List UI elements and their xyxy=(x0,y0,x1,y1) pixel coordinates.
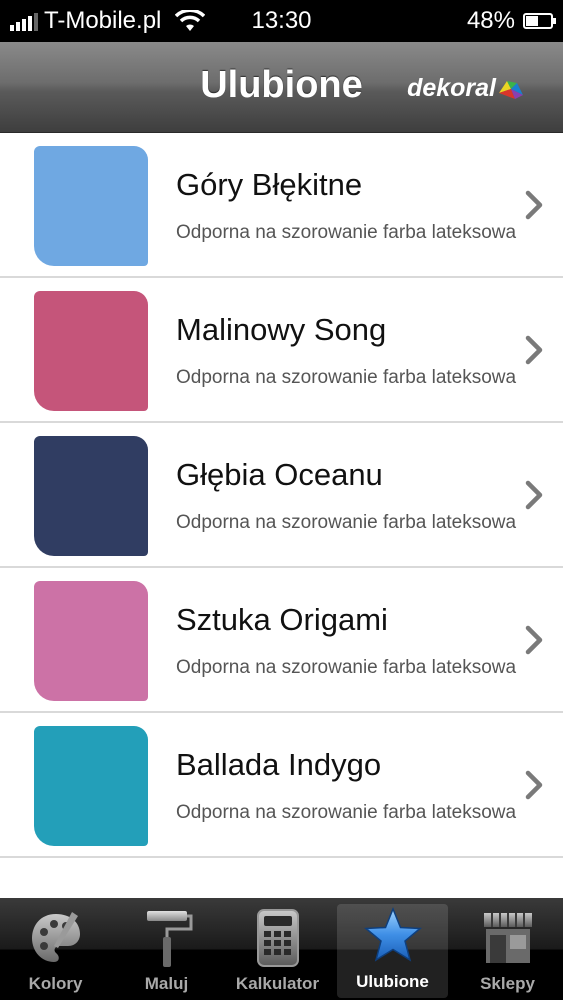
navigation-bar: Ulubione dekoral xyxy=(0,42,563,133)
list-item[interactable]: Ballada Indygo Odporna na szorowanie far… xyxy=(0,713,563,858)
brand-logo-text: dekoral xyxy=(407,74,496,102)
status-right: 48% xyxy=(466,7,556,35)
color-name: Góry Błękitne xyxy=(176,167,363,202)
tab-label: Kolory xyxy=(28,974,83,993)
list-item[interactable]: Góry Błękitne Odporna na szorowanie farb… xyxy=(0,133,563,278)
color-description: Odporna na szorowanie farba lateksowa xyxy=(176,222,517,243)
chevron-right-icon xyxy=(525,770,543,800)
calculator-icon xyxy=(248,906,308,970)
color-description: Odporna na szorowanie farba lateksowa xyxy=(176,367,517,388)
brand-logo: dekoral xyxy=(407,74,527,103)
chevron-right-icon xyxy=(525,190,543,220)
tab-kalkulator[interactable]: Kalkulator xyxy=(222,898,333,1000)
paint-roller-icon xyxy=(137,906,197,970)
color-description: Odporna na szorowanie farba lateksowa xyxy=(176,512,517,533)
brand-logo-mark xyxy=(499,80,523,99)
list-item[interactable]: Sztuka Origami Odporna na szorowanie far… xyxy=(0,568,563,713)
tab-label: Maluj xyxy=(144,974,189,993)
tab-kolory[interactable]: Kolory xyxy=(0,898,111,1000)
color-name: Sztuka Origami xyxy=(176,602,388,637)
chevron-right-icon xyxy=(525,335,543,365)
signal-strength-icon xyxy=(10,11,38,31)
battery-fill xyxy=(526,16,538,26)
color-name: Malinowy Song xyxy=(176,312,387,347)
list-item[interactable]: Malinowy Song Odporna na szorowanie farb… xyxy=(0,278,563,423)
color-swatch xyxy=(34,146,148,266)
status-left: T-Mobile.pl xyxy=(10,7,206,35)
tab-label: Kalkulator xyxy=(235,974,320,993)
list-item[interactable]: Głębia Oceanu Odporna na szorowanie farb… xyxy=(0,423,563,568)
color-name: Głębia Oceanu xyxy=(176,457,383,492)
carrier-name: T-Mobile.pl xyxy=(44,7,162,34)
chevron-right-icon xyxy=(525,625,543,655)
color-swatch xyxy=(34,726,148,846)
tab-bar: Kolory Maluj Kalkulator Ulubione Sklepy xyxy=(0,898,563,1000)
color-description: Odporna na szorowanie farba lateksowa xyxy=(176,657,517,678)
shop-icon xyxy=(478,906,538,970)
color-swatch xyxy=(34,436,148,556)
battery-icon xyxy=(523,13,556,29)
favorites-list: Góry Błękitne Odporna na szorowanie farb… xyxy=(0,133,563,858)
color-description: Odporna na szorowanie farba lateksowa xyxy=(176,802,517,823)
color-swatch xyxy=(34,291,148,411)
tab-sklepy[interactable]: Sklepy xyxy=(452,898,563,1000)
wifi-icon xyxy=(175,10,206,31)
status-bar: T-Mobile.pl 13:30 48% xyxy=(0,0,563,42)
tab-ulubione[interactable]: Ulubione xyxy=(337,904,448,998)
star-icon xyxy=(363,904,423,968)
tab-maluj[interactable]: Maluj xyxy=(111,898,222,1000)
chevron-right-icon xyxy=(525,480,543,510)
color-swatch xyxy=(34,581,148,701)
tab-label: Ulubione xyxy=(356,972,429,991)
palette-icon xyxy=(26,906,86,970)
tab-label: Sklepy xyxy=(480,974,535,993)
color-name: Ballada Indygo xyxy=(176,747,382,782)
battery-percent: 48% xyxy=(466,7,515,34)
